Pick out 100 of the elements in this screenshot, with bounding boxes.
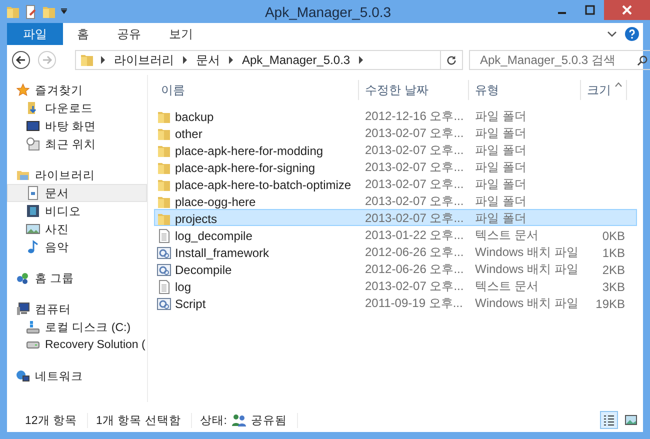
breadcrumb[interactable]: 라이브러리 <box>112 52 176 68</box>
ribbon-tab[interactable]: 보기 <box>155 23 207 45</box>
file-name: log <box>175 280 192 294</box>
type-cell-text: 텍스트 문서 <box>474 278 540 295</box>
details-view-icon <box>603 414 615 426</box>
column-header[interactable]: 이름 <box>155 80 359 100</box>
nav-pane-item[interactable]: 다운로드 <box>7 99 147 117</box>
refresh-icon <box>446 54 457 66</box>
file-row[interactable]: Script 2011-09-19 오후... Windows 배치 파일 19KB <box>154 294 637 311</box>
folder-icon <box>6 4 20 18</box>
nav-pane-item[interactable]: 컴퓨터 <box>7 300 147 318</box>
chevron-right-icon <box>228 56 234 64</box>
type-cell-text: 파일 폴더 <box>474 159 528 176</box>
type-cell-text: 텍스트 문서 <box>474 227 540 244</box>
date-cell-text: 2013-01-22 오후... <box>364 227 465 244</box>
date-cell-text: 2012-06-26 오후... <box>364 261 465 278</box>
file-name: Script <box>175 296 206 310</box>
nav-pane-item[interactable]: 최근 위치 <box>7 135 147 153</box>
type-cell-text: 파일 폴더 <box>474 142 528 159</box>
nav-pane-item[interactable]: 네트워크 <box>7 367 147 385</box>
type-cell-text: 파일 폴더 <box>474 210 528 227</box>
picture-view-icon <box>625 414 637 426</box>
file-row[interactable]: backup 2012-12-16 오후... 파일 폴더 <box>154 107 637 124</box>
close-icon <box>622 5 632 15</box>
size-cell-text: 2KB <box>601 262 626 276</box>
size-cell-text: 3KB <box>601 280 626 294</box>
date-cell-text: 2013-02-07 오후... <box>364 210 465 227</box>
file-row[interactable]: log_decompile 2013-01-22 오후... 텍스트 문서 0KB <box>154 226 637 243</box>
file-name: projects <box>175 212 218 226</box>
type-cell-text: Windows 배치 파일 <box>474 244 580 261</box>
file-name: log_decompile <box>175 228 252 242</box>
nav-pane-item[interactable]: 바탕 화면 <box>7 117 147 135</box>
document-icon <box>157 280 171 294</box>
address-bar[interactable]: 라이브러리 문서 Apk_Manager_5.0.3 <box>75 50 463 70</box>
maximize-icon <box>585 5 595 15</box>
date-cell-text: 2013-02-07 오후... <box>364 125 465 142</box>
nav-pane-item[interactable]: 홈 그룹 <box>7 269 147 287</box>
ribbon-tab[interactable]: 공유 <box>103 23 155 45</box>
type-cell-text: 파일 폴더 <box>474 125 528 142</box>
caret-icon[interactable] <box>60 8 68 16</box>
state-value: 공유됨 <box>251 414 287 428</box>
date-cell-text: 2011-09-19 오후... <box>364 295 464 312</box>
date-cell-text: 2013-02-07 오후... <box>364 176 465 193</box>
gear-window-icon <box>157 246 171 260</box>
nav-pane-item[interactable]: Recovery Solution ( <box>7 336 147 354</box>
file-name: Decompile <box>175 262 232 276</box>
search-field[interactable]: Apk_Manager_5.0.3 검색 <box>469 50 650 70</box>
ribbon-tab[interactable]: 홈 <box>63 23 103 45</box>
date-cell-text: 2013-02-07 오후... <box>364 193 465 210</box>
nav-pane-item[interactable]: 라이브러리 <box>7 166 147 184</box>
file-row[interactable]: Decompile 2012-06-26 오후... Windows 배치 파일 2KB <box>154 260 637 277</box>
file-row[interactable]: Install_framework 2012-06-26 오후... Windows 배치 파일 1KB <box>154 243 637 260</box>
new-folder-icon <box>42 4 56 18</box>
properties-icon[interactable] <box>24 4 38 18</box>
file-name: backup <box>175 110 214 124</box>
column-header[interactable]: 유형 <box>469 80 581 100</box>
details-view-button[interactable] <box>600 411 618 429</box>
selection-count: 1개 항목 선택함 <box>88 412 192 428</box>
expand-ribbon-icon[interactable] <box>607 30 617 38</box>
breadcrumb[interactable]: Apk_Manager_5.0.3 <box>240 53 352 67</box>
file-row[interactable]: log 2013-02-07 오후... 텍스트 문서 3KB <box>154 277 637 294</box>
type-cell-text: 파일 폴더 <box>474 193 528 210</box>
nav-pane-item[interactable]: 로컬 디스크 (C:) <box>7 318 147 336</box>
nav-pane-item[interactable]: 음악 <box>7 238 147 256</box>
type-cell-text: 파일 폴더 <box>474 108 528 125</box>
chevron-right-icon <box>100 56 106 64</box>
column-header[interactable]: 크기 <box>581 80 627 100</box>
nav-pane-item[interactable]: 즐겨찾기 <box>7 81 147 99</box>
gear-window-icon <box>157 296 171 310</box>
folder-icon <box>157 178 171 192</box>
date-cell-text: 2013-02-07 오후... <box>364 159 465 176</box>
folder-icon <box>157 144 171 158</box>
nav-pane-item[interactable]: 비디오 <box>7 202 147 220</box>
folder-icon <box>157 126 171 140</box>
minimize-icon <box>558 12 566 14</box>
breadcrumb[interactable]: 문서 <box>194 52 222 68</box>
date-cell-text: 2013-02-07 오후... <box>364 142 465 159</box>
type-cell-text: Windows 배치 파일 <box>474 295 580 312</box>
close-button[interactable] <box>604 0 650 20</box>
file-row[interactable]: projects 2013-02-07 오후... 파일 폴더 <box>154 209 637 226</box>
nav-pane-item[interactable]: 사진 <box>7 220 147 238</box>
file-row[interactable]: place-apk-here-for-signing 2013-02-07 오후... 파일 폴더 <box>154 158 637 175</box>
file-name: other <box>175 126 202 140</box>
folder-icon <box>157 194 171 208</box>
network-icon <box>16 369 30 383</box>
back-button[interactable] <box>11 50 31 70</box>
file-row[interactable]: other 2013-02-07 오후... 파일 폴더 <box>154 124 637 141</box>
item-count: 12개 항목 <box>17 412 88 428</box>
file-row[interactable]: place-apk-here-for-modding 2013-02-07 오후... 파일 폴더 <box>154 141 637 158</box>
users-icon <box>231 413 247 427</box>
file-menu-button[interactable]: 파일 <box>7 23 63 45</box>
nav-pane-item[interactable]: 문서 <box>7 184 147 202</box>
search-icon[interactable] <box>637 54 648 66</box>
monitor-icon <box>26 119 40 133</box>
type-cell-text: Windows 배치 파일 <box>474 261 580 278</box>
column-header[interactable]: 수정한 날짜 <box>359 80 469 100</box>
folder-icon <box>157 160 171 174</box>
file-row[interactable]: place-apk-here-to-batch-optimize 2013-02-07 오후... 파일 폴더 <box>154 175 637 192</box>
help-icon[interactable] <box>625 27 639 41</box>
file-row[interactable]: place-ogg-here 2013-02-07 오후... 파일 폴더 <box>154 192 637 209</box>
